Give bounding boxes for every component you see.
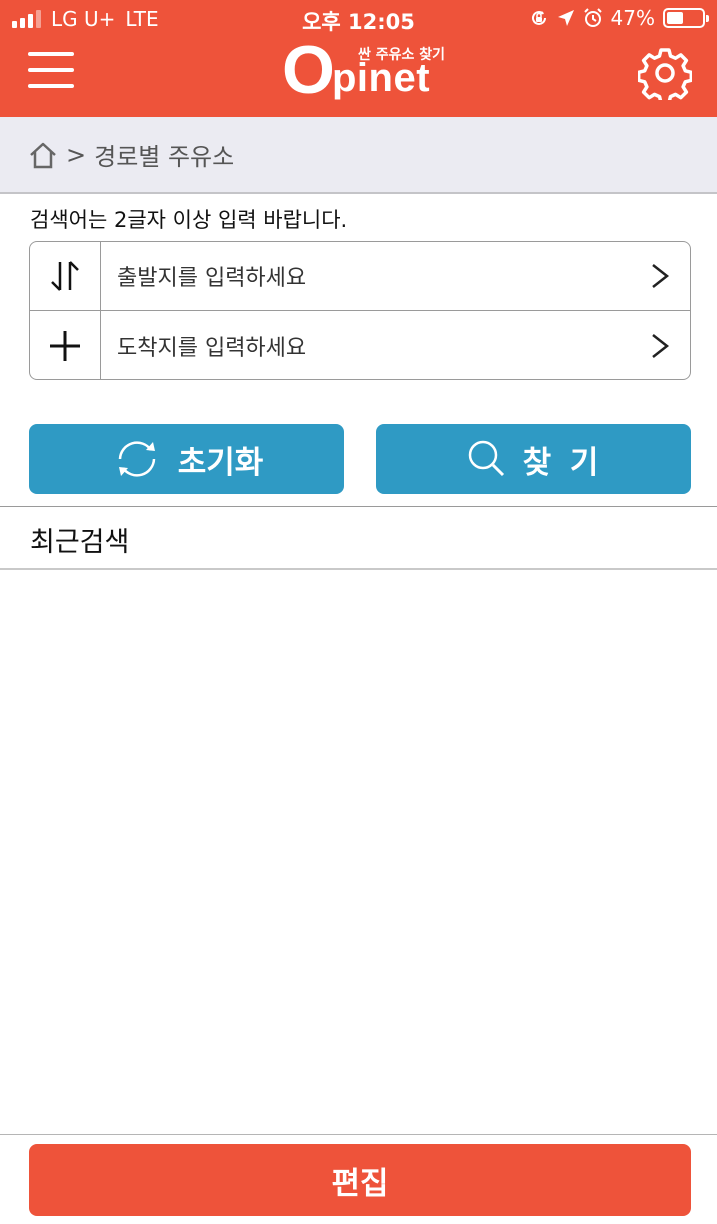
edit-button[interactable]: 편집	[29, 1144, 691, 1216]
route-input-box: 출발지를 입력하세요 도착지를 입력하세요	[29, 241, 691, 380]
destination-row[interactable]: 도착지를 입력하세요	[30, 311, 690, 379]
recent-searches-title: 최근검색	[30, 527, 130, 558]
swap-arrows-icon	[51, 261, 79, 291]
logo-letter: O	[282, 32, 335, 108]
find-button-label: 찾 기	[522, 444, 603, 481]
breadcrumb: > 경로별 주유소	[0, 117, 717, 194]
destination-input[interactable]: 도착지를 입력하세요	[101, 330, 630, 362]
app-header: LG U+ LTE 오후 12:05 47% O pinet 싼 주유소 찾기	[0, 0, 717, 117]
divider	[0, 568, 717, 570]
chevron-right-icon	[630, 242, 690, 311]
edit-button-label: 편집	[331, 1165, 389, 1202]
alarm-icon	[583, 8, 602, 27]
location-arrow-icon	[557, 10, 574, 26]
breadcrumb-separator: >	[66, 140, 87, 169]
opinet-logo: O pinet 싼 주유소 찾기	[282, 32, 446, 108]
rotation-lock-icon	[531, 10, 546, 25]
chevron-right-icon	[630, 311, 690, 379]
search-icon	[468, 440, 504, 477]
hamburger-menu-icon[interactable]	[28, 50, 74, 90]
status-right: 47%	[529, 6, 709, 30]
divider	[0, 1134, 717, 1135]
add-waypoint-button[interactable]	[30, 311, 101, 379]
reset-button-label: 초기화	[177, 444, 264, 481]
reset-button[interactable]: 초기화	[29, 424, 344, 494]
gear-icon[interactable]	[638, 46, 692, 100]
home-icon[interactable]	[28, 140, 58, 170]
logo-tagline: 싼 주유소 찾기	[358, 47, 446, 63]
search-hint: 검색어는 2글자 이상 입력 바랍니다.	[30, 208, 348, 232]
logo-word: pinet	[332, 56, 431, 100]
divider	[0, 506, 717, 507]
battery-fill	[667, 12, 683, 24]
status-bar: LG U+ LTE 오후 12:05 47%	[0, 0, 717, 36]
breadcrumb-current: 경로별 주유소	[94, 143, 235, 171]
origin-row[interactable]: 출발지를 입력하세요	[30, 242, 690, 311]
plus-icon	[50, 330, 80, 361]
swap-button[interactable]	[30, 242, 101, 311]
origin-input[interactable]: 출발지를 입력하세요	[101, 260, 630, 292]
find-button[interactable]: 찾 기	[376, 424, 691, 494]
battery-percent: 47%	[610, 6, 655, 30]
battery-icon	[663, 8, 709, 28]
refresh-icon	[118, 441, 155, 477]
